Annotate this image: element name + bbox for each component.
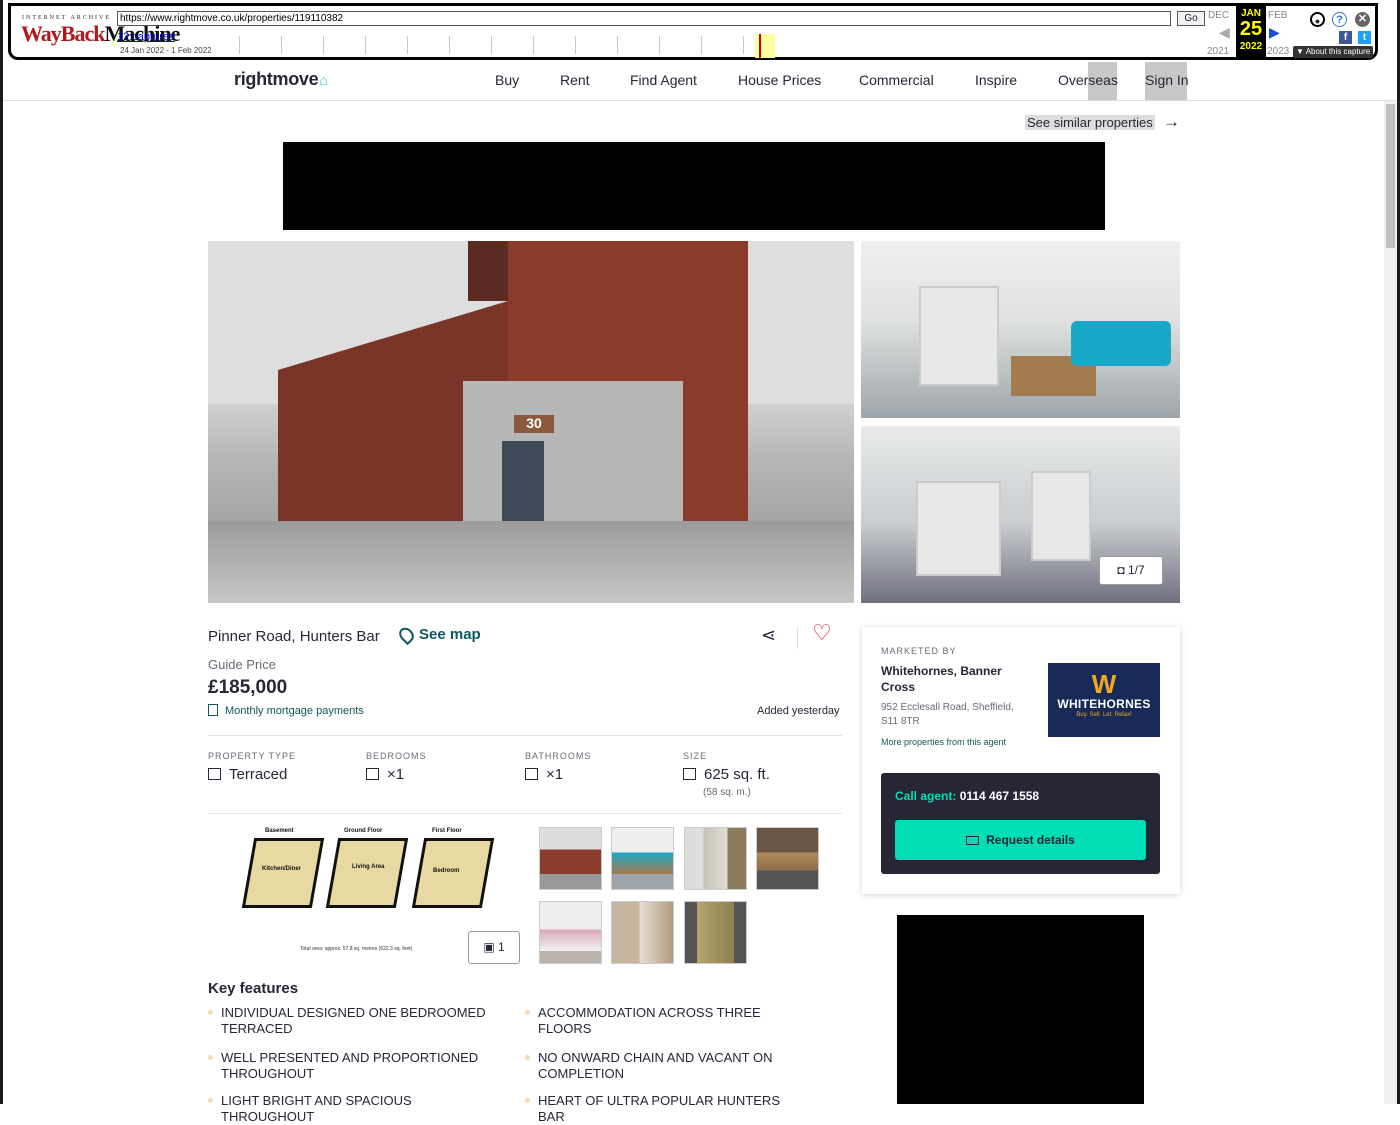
house-icon xyxy=(208,768,221,780)
timeline-current-marker xyxy=(759,34,761,58)
thumbnail-bathroom[interactable] xyxy=(611,901,674,964)
contact-panel: Call agent: 0114 467 1558 Request detail… xyxy=(881,773,1160,874)
call-agent-phone[interactable]: Call agent: 0114 467 1558 xyxy=(895,789,1039,803)
mortgage-link[interactable]: Monthly mortgage payments xyxy=(208,704,364,717)
feature-item: HEART OF ULTRA POPULAR HUNTERS BAR xyxy=(525,1093,808,1125)
bedrooms: BEDROOMS ×1 xyxy=(366,751,427,783)
agent-logo[interactable]: W WHITEHORNES Buy. Sell. Let. Relax! xyxy=(1048,663,1160,737)
key-features-heading: Key features xyxy=(208,980,299,997)
site-header: rightmove⌂ Buy Rent Find Agent House Pri… xyxy=(3,62,1397,101)
thumbnail-exterior[interactable] xyxy=(539,827,602,890)
calculator-icon xyxy=(208,704,218,716)
scrollbar[interactable] xyxy=(1384,101,1397,1104)
feature-item: LIGHT BRIGHT AND SPACIOUS THROUGHOUT xyxy=(208,1093,491,1125)
close-icon[interactable]: ✕ xyxy=(1355,12,1370,27)
next-month[interactable]: FEB xyxy=(1268,10,1287,21)
rightmove-logo[interactable]: rightmove⌂ xyxy=(234,69,328,90)
scrollbar-thumb[interactable] xyxy=(1386,104,1395,248)
lounge-photo[interactable]: ◘ 1/7 xyxy=(861,426,1180,603)
capture-timeline[interactable] xyxy=(219,34,779,58)
envelope-icon xyxy=(966,836,980,845)
wayback-go-button[interactable]: Go xyxy=(1177,11,1205,26)
next-capture-icon[interactable]: ▶ xyxy=(1269,24,1280,41)
nav-rent[interactable]: Rent xyxy=(560,72,590,88)
arrow-right-icon[interactable]: → xyxy=(1163,112,1180,132)
thumbnail-lounge[interactable] xyxy=(684,827,747,890)
divider xyxy=(208,813,842,814)
prev-year[interactable]: 2021 xyxy=(1207,46,1229,57)
thumbnail-bedroom[interactable] xyxy=(539,901,602,964)
facebook-icon[interactable]: f xyxy=(1339,31,1352,44)
request-details-button[interactable]: Request details xyxy=(895,820,1146,860)
property-type: PROPERTY TYPE Terraced xyxy=(208,751,297,783)
feature-item: ACCOMMODATION ACROSS THREE FLOORS xyxy=(525,1005,808,1037)
floorplan-icon: ▣ xyxy=(483,940,498,954)
save-heart-icon[interactable]: ♡ xyxy=(812,620,832,646)
twitter-icon[interactable]: t xyxy=(1358,31,1371,44)
about-capture-button[interactable]: ▼ About this capture xyxy=(1293,46,1373,58)
bed-icon xyxy=(366,768,379,780)
captures-range: 24 Jan 2022 - 1 Feb 2022 xyxy=(120,46,212,55)
nav-sign-in[interactable]: Sign In xyxy=(1145,72,1189,88)
share-icon[interactable]: ⋖ xyxy=(761,625,776,646)
house-logo-icon: ⌂ xyxy=(319,72,328,88)
marketed-by-label: MARKETED BY xyxy=(881,646,957,656)
more-properties-link[interactable]: More properties from this agent xyxy=(881,737,1006,747)
prev-capture-icon[interactable]: ◀ xyxy=(1219,24,1230,41)
added-date: Added yesterday xyxy=(757,705,840,717)
prev-month[interactable]: DEC xyxy=(1208,10,1229,21)
floorplan-size-icon xyxy=(683,768,696,780)
thumbnail-kitchen[interactable] xyxy=(756,827,819,890)
nav-house-prices[interactable]: House Prices xyxy=(738,72,821,88)
nav-find-agent[interactable]: Find Agent xyxy=(630,72,697,88)
feature-item: WELL PRESENTED AND PROPORTIONED THROUGHO… xyxy=(208,1050,491,1082)
ad-sidebar[interactable] xyxy=(897,915,1144,1104)
nav-commercial[interactable]: Commercial xyxy=(859,72,934,88)
property-size: SIZE 625 sq. ft. (58 sq. m.) xyxy=(683,751,770,798)
ad-banner[interactable] xyxy=(283,142,1105,230)
bathrooms: BATHROOMS ×1 xyxy=(525,751,592,783)
next-year[interactable]: 2023 xyxy=(1267,46,1289,57)
photo-counter-button[interactable]: ◘ 1/7 xyxy=(1099,556,1163,585)
wayback-toolbar: INTERNET ARCHIVE WayBackMachine https://… xyxy=(8,3,1378,60)
divider xyxy=(208,735,842,736)
agent-name[interactable]: Whitehornes, Banner Cross xyxy=(881,663,1021,695)
map-pin-icon xyxy=(396,624,417,646)
thumbnail-shower[interactable] xyxy=(684,901,747,964)
property-price: £185,000 xyxy=(208,677,288,698)
help-icon[interactable]: ? xyxy=(1332,12,1347,27)
divider xyxy=(797,627,798,649)
wayback-url-input[interactable]: https://www.rightmove.co.uk/properties/1… xyxy=(117,11,1171,26)
see-similar-link[interactable]: See similar properties xyxy=(1025,115,1155,130)
nav-inspire[interactable]: Inspire xyxy=(975,72,1017,88)
feature-item: INDIVIDUAL DESIGNED ONE BEDROOMED TERRAC… xyxy=(208,1005,491,1037)
camera-icon: ◘ xyxy=(1117,563,1128,577)
user-icon[interactable]: ● xyxy=(1310,12,1325,27)
bath-icon xyxy=(525,768,538,780)
nav-buy[interactable]: Buy xyxy=(495,72,519,88)
agent-address: 952 Ecclesall Road, Sheffield, S11 8TR xyxy=(881,702,1014,727)
main-property-photo[interactable]: 30 xyxy=(208,241,854,603)
house-number: 30 xyxy=(514,415,554,433)
living-room-photo[interactable] xyxy=(861,241,1180,418)
price-qualifier: Guide Price xyxy=(208,657,276,672)
see-map-link[interactable]: See map xyxy=(396,624,481,646)
feature-item: NO ONWARD CHAIN AND VACANT ON COMPLETION xyxy=(525,1050,808,1082)
floorplan-button[interactable]: ▣ 1 xyxy=(468,931,520,964)
nav-overseas[interactable]: Overseas xyxy=(1058,72,1118,88)
timeline-highlight xyxy=(755,34,775,58)
captures-link[interactable]: 12 captures xyxy=(117,31,174,43)
floorplan-image[interactable]: Basement Ground Floor First Floor Kitche… xyxy=(240,826,495,958)
selected-capture-date: JAN 25 2022 xyxy=(1236,6,1266,58)
thumbnail-living-room[interactable] xyxy=(611,827,674,890)
property-address: Pinner Road, Hunters Bar xyxy=(208,628,380,645)
